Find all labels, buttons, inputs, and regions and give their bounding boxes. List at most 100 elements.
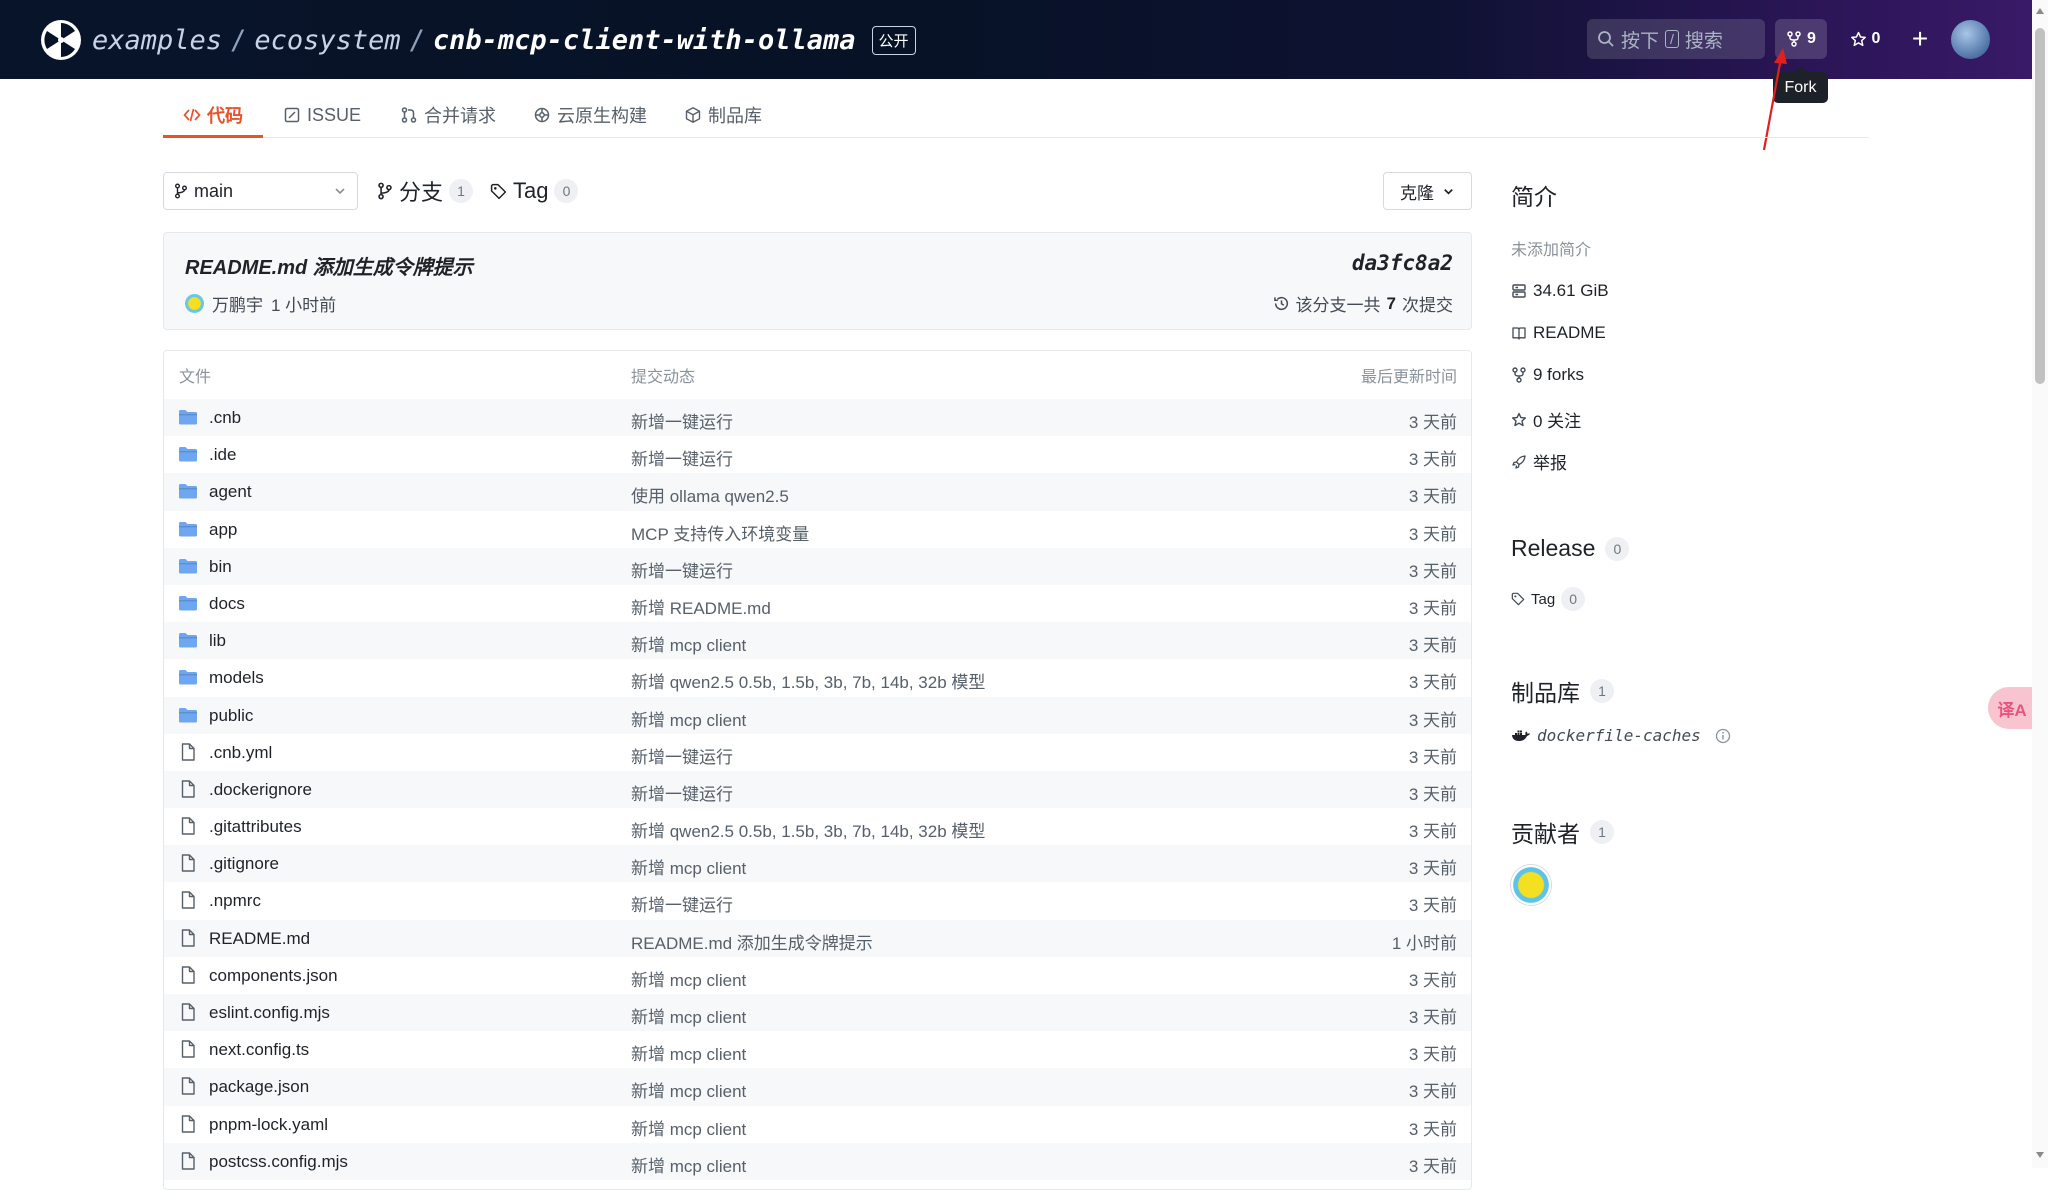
table-row[interactable]: eslint.config.mjs 新增 mcp client 3 天前: [164, 994, 1471, 1032]
contributor-avatar[interactable]: [1511, 865, 1551, 905]
branches-link[interactable]: 分支 1: [377, 172, 474, 210]
table-row[interactable]: .cnb.yml 新增一键运行 3 天前: [164, 734, 1471, 771]
table-row[interactable]: pnpm-lock.yaml 新增 mcp client 3 天前: [164, 1106, 1471, 1143]
table-row[interactable]: agent 使用 ollama qwen2.5 3 天前: [164, 473, 1471, 511]
file-name-link[interactable]: package.json: [209, 1077, 309, 1097]
file-name-link[interactable]: models: [209, 668, 264, 688]
branch-selector[interactable]: main: [163, 172, 358, 210]
table-row[interactable]: .ide 新增一键运行 3 天前: [164, 436, 1471, 473]
commit-message-link[interactable]: MCP 支持传入环境变量: [631, 520, 809, 545]
file-name-link[interactable]: .gitignore: [209, 854, 279, 874]
commit-message-link[interactable]: 新增 mcp client: [631, 1003, 746, 1028]
file-name-link[interactable]: public: [209, 706, 253, 726]
translate-button[interactable]: 译A: [1988, 687, 2036, 729]
tab-code[interactable]: 代码: [163, 95, 263, 138]
release-title[interactable]: Release 0: [1511, 535, 1630, 562]
commit-message-link[interactable]: 新增 mcp client: [631, 1115, 746, 1140]
cnb-logo-icon[interactable]: [40, 19, 82, 61]
repo-name[interactable]: cnb-mcp-client-with-ollama: [433, 25, 856, 56]
file-name-link[interactable]: README.md: [209, 929, 310, 949]
star-button[interactable]: 0: [1842, 19, 1888, 59]
commit-message-link[interactable]: README.md 添加生成令牌提示: [631, 929, 873, 954]
tab-merge-requests[interactable]: 合并请求: [400, 95, 496, 135]
commit-message-link[interactable]: 新增一键运行: [631, 445, 733, 470]
commit-message-link[interactable]: 新增一键运行: [631, 780, 733, 805]
info-icon[interactable]: [1715, 728, 1731, 744]
user-avatar[interactable]: [1951, 20, 1990, 59]
table-row[interactable]: .npmrc 新增一键运行 3 天前: [164, 882, 1471, 919]
commit-message-link[interactable]: 新增一键运行: [631, 408, 733, 433]
table-row[interactable]: models 新增 qwen2.5 0.5b, 1.5b, 3b, 7b, 14b…: [164, 659, 1471, 696]
readme-link[interactable]: README: [1511, 323, 1606, 343]
file-name-link[interactable]: postcss.config.mjs: [209, 1152, 348, 1172]
commit-message-link[interactable]: 新增 mcp client: [631, 966, 746, 991]
file-name-link[interactable]: eslint.config.mjs: [209, 1003, 330, 1023]
table-row[interactable]: lib 新增 mcp client 3 天前: [164, 622, 1471, 660]
table-row[interactable]: docs 新增 README.md 3 天前: [164, 585, 1471, 622]
package-item[interactable]: dockerfile-caches: [1511, 726, 1731, 745]
fork-button[interactable]: 9: [1775, 19, 1827, 59]
file-name-link[interactable]: .dockerignore: [209, 780, 312, 800]
page-scrollbar[interactable]: [2032, 0, 2048, 1168]
file-name-link[interactable]: .ide: [209, 445, 236, 465]
table-row[interactable]: app MCP 支持传入环境变量 3 天前: [164, 511, 1471, 548]
release-tags-link[interactable]: Tag 0: [1511, 587, 1586, 611]
file-name-link[interactable]: .gitattributes: [209, 817, 302, 837]
breadcrumb-group[interactable]: ecosystem: [254, 25, 400, 56]
commit-message-link[interactable]: 新增 README.md: [631, 594, 771, 619]
clone-button[interactable]: 克隆: [1383, 172, 1472, 210]
table-row[interactable]: .gitattributes 新增 qwen2.5 0.5b, 1.5b, 3b,…: [164, 808, 1471, 845]
commit-message-link[interactable]: 使用 ollama qwen2.5: [631, 482, 789, 507]
commit-message-link[interactable]: 新增 mcp client: [631, 631, 746, 656]
tab-packages[interactable]: 制品库: [684, 95, 762, 135]
table-row[interactable]: components.json 新增 mcp client 3 天前: [164, 957, 1471, 994]
commit-message-link[interactable]: 新增一键运行: [631, 743, 733, 768]
commit-message[interactable]: README.md 添加生成令牌提示: [185, 251, 473, 280]
commit-hash[interactable]: da3fc8a2: [1352, 251, 1453, 275]
commit-message-link[interactable]: 新增 mcp client: [631, 706, 746, 731]
file-name-link[interactable]: agent: [209, 482, 252, 502]
commit-message-link[interactable]: 新增一键运行: [631, 891, 733, 916]
commit-message-link[interactable]: 新增 mcp client: [631, 1152, 746, 1177]
stars-link[interactable]: 0 关注: [1511, 407, 1581, 432]
file-name-link[interactable]: bin: [209, 557, 232, 577]
commit-history-link[interactable]: 该分支一共 7 次提交: [1273, 291, 1453, 316]
file-name-link[interactable]: docs: [209, 594, 245, 614]
report-link[interactable]: 举报: [1511, 449, 1567, 474]
tab-issue[interactable]: ISSUE: [283, 95, 361, 135]
table-row[interactable]: public 新增 mcp client 3 天前: [164, 696, 1471, 734]
file-name-link[interactable]: next.config.ts: [209, 1040, 309, 1060]
file-name-link[interactable]: .npmrc: [209, 891, 261, 911]
breadcrumb-org[interactable]: examples: [92, 25, 222, 56]
commit-message-link[interactable]: 新增 mcp client: [631, 1077, 746, 1102]
search-input[interactable]: 按下 / 搜索: [1587, 19, 1765, 59]
table-row[interactable]: .dockerignore 新增一键运行 3 天前: [164, 770, 1471, 809]
tags-link[interactable]: Tag 0: [490, 172, 579, 210]
table-row[interactable]: .cnb 新增一键运行 3 天前: [164, 399, 1471, 437]
file-name-link[interactable]: pnpm-lock.yaml: [209, 1115, 328, 1135]
author-avatar[interactable]: [185, 294, 204, 313]
scroll-up-arrow-icon[interactable]: [2036, 8, 2044, 14]
table-row[interactable]: package.json 新增 mcp client 3 天前: [164, 1068, 1471, 1106]
scrollbar-thumb[interactable]: [2035, 28, 2045, 384]
contributors-title[interactable]: 贡献者 1: [1511, 815, 1614, 849]
file-name-link[interactable]: components.json: [209, 966, 338, 986]
table-row[interactable]: postcss.config.mjs 新增 mcp client 3 天前: [164, 1142, 1471, 1180]
commit-message-link[interactable]: 新增一键运行: [631, 557, 733, 582]
commit-message-link[interactable]: 新增 qwen2.5 0.5b, 1.5b, 3b, 7b, 14b, 32b …: [631, 817, 985, 842]
commit-message-link[interactable]: 新增 mcp client: [631, 1040, 746, 1065]
scroll-down-arrow-icon[interactable]: [2036, 1152, 2044, 1158]
table-row[interactable]: README.md README.md 添加生成令牌提示 1 小时前: [164, 919, 1471, 957]
author-name[interactable]: 万鹏宇: [212, 291, 263, 316]
file-name-link[interactable]: lib: [209, 631, 226, 651]
commit-message-link[interactable]: 新增 mcp client: [631, 854, 746, 879]
table-row[interactable]: next.config.ts 新增 mcp client 3 天前: [164, 1031, 1471, 1068]
table-row[interactable]: .gitignore 新增 mcp client 3 天前: [164, 845, 1471, 883]
tab-cloud-native-build[interactable]: 云原生构建: [533, 95, 647, 135]
file-name-link[interactable]: .cnb.yml: [209, 743, 272, 763]
table-row[interactable]: bin 新增一键运行 3 天前: [164, 547, 1471, 585]
forks-link[interactable]: 9 forks: [1511, 365, 1584, 385]
file-name-link[interactable]: app: [209, 520, 237, 540]
create-new-button[interactable]: +: [1900, 19, 1940, 59]
commit-message-link[interactable]: 新增 qwen2.5 0.5b, 1.5b, 3b, 7b, 14b, 32b …: [631, 668, 985, 693]
